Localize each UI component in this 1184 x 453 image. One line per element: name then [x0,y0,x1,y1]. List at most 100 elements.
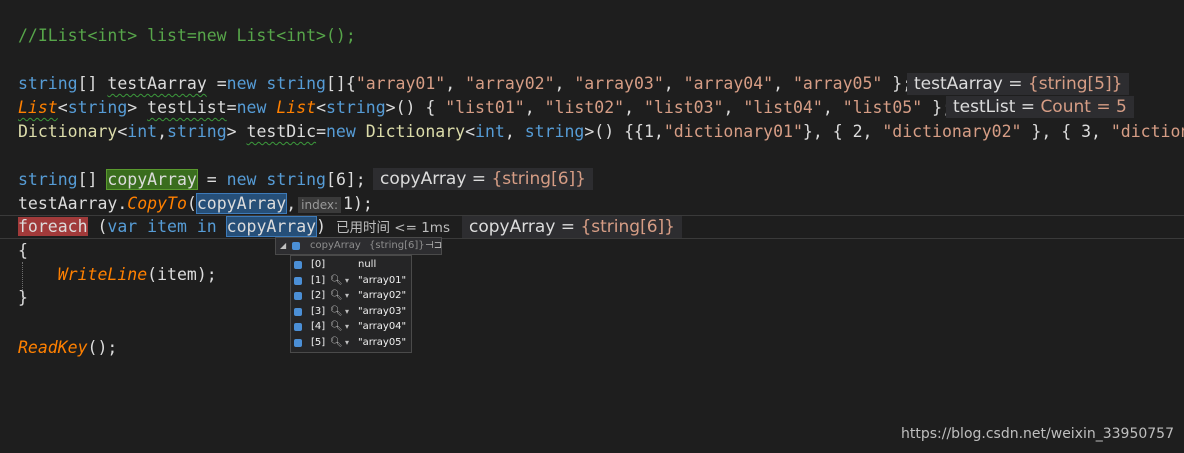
datatip-copyArray-decl[interactable]: copyArray = {string[6]} [373,168,593,190]
magnifier-icon[interactable]: 🔍︎ [330,273,343,289]
variable-testDic[interactable]: testDic [247,122,317,141]
method-copyto[interactable]: CopyTo [127,194,187,213]
list-item[interactable]: [2] 🔍︎ ▾ "array02" [291,288,411,304]
punct: []{ [326,74,356,93]
popup-type: {string[6]} [369,240,425,251]
code-line-array-decl[interactable]: string[] testAarray =new string[]{"array… [18,72,912,96]
type-dictionary: Dictionary [365,122,466,141]
keyword: new [236,98,267,117]
variable-testAarray[interactable]: testAarray [107,74,206,93]
datatip-testAarray[interactable]: testAarray = {string[5]} [907,73,1130,95]
variable-testAarray[interactable]: testAarray [18,194,117,213]
keyword: var [107,217,138,236]
magnifier-icon[interactable]: 🔍︎ [330,304,343,320]
comment-text: //IList<int> list=new List<int>(); [18,26,356,45]
datatip-expanded-header[interactable]: ◢ copyArray {string[6]} ⊣⊐ [275,237,442,255]
parameter-hint: index: [298,196,342,213]
string-literal: "array02" [465,74,555,93]
keyword: string [18,170,78,189]
variable-copyArray[interactable]: copyArray [225,216,318,237]
type-list: List [18,98,58,117]
pin-icon[interactable]: ⊣⊐ [425,238,442,254]
number: 1 [643,122,654,141]
string-literal: "list04" [743,98,823,117]
variable-icon [294,276,302,285]
list-item[interactable]: [0] null [291,257,411,273]
variable-item[interactable]: item [157,265,197,284]
item-value: "array05" [358,336,407,348]
expand-triangle-icon[interactable]: ◢ [280,238,286,254]
keyword: string [266,170,326,189]
brace: { [18,241,28,260]
item-value: "array03" [358,305,407,317]
keyword-foreach-breakpoint[interactable]: foreach [18,217,88,236]
string-literal: "list05" [842,98,923,117]
variable-copyArray[interactable]: copyArray [195,193,288,214]
item-index: [1] [311,274,326,286]
method-writeline[interactable]: WriteLine [58,265,147,284]
string-literal: "array01" [355,74,446,93]
keyword: int [475,122,505,141]
popup-name: copyArray [310,240,361,251]
variable-testList[interactable]: testList [147,98,226,117]
dropdown-arrow-icon[interactable]: ▾ [345,273,349,289]
variable-item[interactable]: item [147,217,187,236]
code-line-list-decl[interactable]: List<string> testList=new List<string>()… [18,96,952,120]
keyword: int [127,122,158,141]
item-value: null [358,259,377,270]
code-line-readkey[interactable]: ReadKey(); [18,336,117,360]
code-line-open-brace[interactable]: { [18,239,28,263]
variable-icon [294,307,302,316]
keyword: new [226,74,257,93]
variable-icon [292,242,300,250]
item-value: "array01" [358,274,407,286]
string-literal: "dictionary01" [663,122,803,141]
variable-icon [294,338,302,347]
code-line-comment[interactable]: //IList<int> list=new List<int>(); [18,24,356,48]
variable-copyArray[interactable]: copyArray [106,169,198,190]
number: 2 [852,122,863,141]
dropdown-arrow-icon[interactable]: ▾ [345,288,349,304]
string-literal: "list02" [544,98,625,117]
magnifier-icon[interactable]: 🔍︎ [330,319,343,335]
brace: } [18,288,28,307]
number: 1 [343,194,353,213]
number: 6 [335,170,346,189]
item-index: [5] [311,336,326,348]
magnifier-icon[interactable]: 🔍︎ [330,288,343,304]
item-value: "array04" [358,321,407,332]
datatip-testList[interactable]: testList = Count = 5 [946,96,1134,118]
code-line-copy-decl[interactable]: string[] copyArray = new string[6]; [18,168,366,192]
keyword: string [18,74,78,93]
punct: = [206,74,227,93]
number: 3 [1081,122,1091,141]
keyword: new [326,122,356,141]
item-value: "array02" [358,290,407,301]
item-index: [3] [311,305,326,317]
datatip-eq: = [466,169,492,189]
string-literal: "list01" [445,98,525,117]
datatip-copyArray-foreach[interactable]: copyArray = {string[6]} [462,216,682,238]
code-line-close-brace[interactable]: } [18,286,28,310]
list-item[interactable]: [5] 🔍︎ ▾ "array05" [291,335,411,351]
code-line-dict-decl[interactable]: Dictionary<int,string> testDic=new Dicti… [18,120,1184,144]
code-line-copyto[interactable]: testAarray.CopyTo(copyArray, index: 1); [18,192,373,216]
list-item[interactable]: [3] 🔍︎ ▾ "array03" [291,304,411,320]
code-line-foreach[interactable]: foreach (var item in copyArray) [18,215,326,239]
method-readkey[interactable]: ReadKey [18,338,88,357]
datatip-name: copyArray [380,169,467,189]
code-line-writeline[interactable]: WriteLine(item); [18,263,217,287]
list-item[interactable]: [1] 🔍︎ ▾ "array01" [291,273,411,289]
dropdown-arrow-icon[interactable]: ▾ [345,335,349,351]
dropdown-arrow-icon[interactable]: ▾ [345,319,349,335]
datatip-value: {string[6]} [491,169,586,189]
string-literal: "dictionar [1110,122,1184,141]
dropdown-arrow-icon[interactable]: ▾ [345,304,349,320]
perf-tip: 已用时间 <= 1ms [336,220,450,236]
datatip-element-list[interactable]: [0] null [1] 🔍︎ ▾ "array01" [2] 🔍︎ ▾ "array02" … [290,255,412,353]
datatip-value: Count = 5 [1040,97,1127,117]
keyword: in [196,217,217,236]
list-item[interactable]: [4] 🔍︎ ▾ "array04" [291,319,411,335]
type-dictionary: Dictionary [18,122,118,141]
magnifier-icon[interactable]: 🔍︎ [330,335,343,351]
